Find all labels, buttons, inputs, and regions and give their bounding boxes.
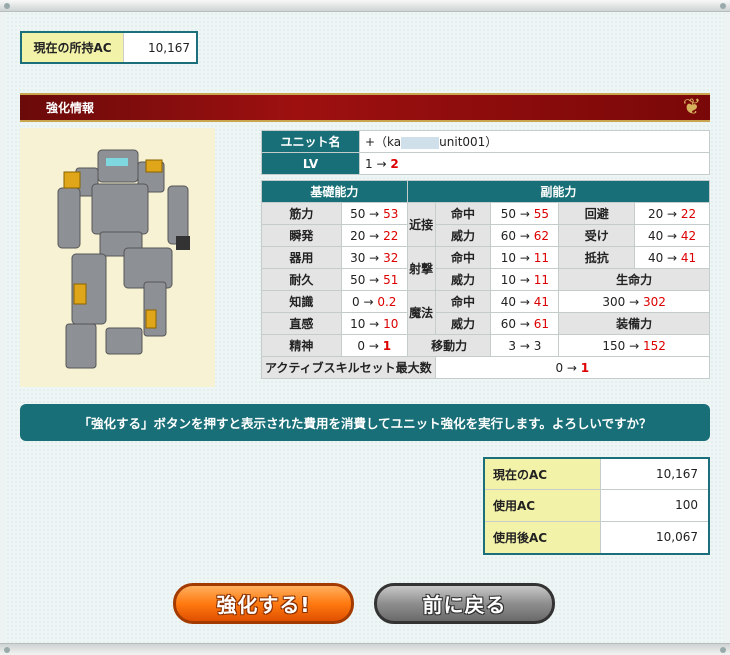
ornament-icon: ❦ bbox=[682, 95, 702, 120]
sub-header: 副能力 bbox=[406, 180, 711, 203]
magic-power-value: 60 → 61 bbox=[490, 312, 560, 335]
summary-label: 現在のAC bbox=[485, 459, 601, 490]
unit-info-table: ユニット名 +（ka unit001） LV 1 → 2 bbox=[261, 130, 710, 175]
unit-name-suffix: unit001） bbox=[439, 135, 498, 149]
resist-label: 抵抗 bbox=[558, 246, 636, 269]
hit-label: 命中 bbox=[434, 290, 492, 313]
stats-table: 基礎能力 副能力 筋力 50 → 53 近接 命中 50 → 55 回避 20 … bbox=[261, 180, 711, 379]
summary-row: 現在のAC 10,167 bbox=[485, 459, 708, 491]
resist-value: 40 → 41 bbox=[634, 246, 710, 269]
stat-label: 直感 bbox=[261, 312, 342, 335]
melee-hit-value: 50 → 55 bbox=[490, 202, 560, 225]
shoot-label: 射撃 bbox=[406, 246, 436, 291]
current-ac-label: 現在の所持AC bbox=[22, 33, 124, 62]
stat-value: 10 → 10 bbox=[340, 312, 408, 335]
window-bottom-frame bbox=[0, 643, 730, 655]
enhance-button[interactable]: 強化する! bbox=[173, 583, 354, 624]
hit-label: 命中 bbox=[434, 246, 492, 269]
power-label: 威力 bbox=[434, 268, 492, 291]
stat-value: 50 → 51 bbox=[340, 268, 408, 291]
summary-value: 100 bbox=[675, 498, 698, 513]
current-ac-box: 現在の所持AC 10,167 bbox=[20, 31, 198, 64]
stat-label: 筋力 bbox=[261, 202, 342, 225]
move-value: 3 → 3 bbox=[490, 334, 560, 357]
melee-label: 近接 bbox=[406, 202, 436, 247]
summary-value: 10,167 bbox=[656, 467, 698, 482]
magic-hit-value: 40 → 41 bbox=[490, 290, 560, 313]
summary-label: 使用後AC bbox=[485, 521, 601, 553]
ac-summary-box: 現在のAC 10,167 使用AC 100 使用後AC 10,067 bbox=[483, 457, 710, 555]
current-ac-value: 10,167 bbox=[148, 40, 190, 55]
shoot-hit-value: 10 → 11 bbox=[490, 246, 560, 269]
confirm-message: 「強化する」ボタンを押すと表示された費用を消費してユニット強化を実行します。よろ… bbox=[20, 404, 710, 441]
equip-value: 150 → 152 bbox=[558, 334, 710, 357]
guard-label: 受け bbox=[558, 224, 636, 247]
summary-row: 使用AC 100 bbox=[485, 490, 708, 522]
power-label: 威力 bbox=[434, 312, 492, 335]
stat-value: 0 → 0.2 bbox=[340, 290, 408, 313]
stat-label: 器用 bbox=[261, 246, 342, 269]
guard-value: 40 → 42 bbox=[634, 224, 710, 247]
summary-row: 使用後AC 10,067 bbox=[485, 521, 708, 553]
summary-value: 10,067 bbox=[656, 530, 698, 545]
shoot-power-value: 10 → 11 bbox=[490, 268, 560, 291]
stat-label: 知識 bbox=[261, 290, 342, 313]
lv-to: 2 bbox=[390, 156, 399, 171]
magic-label: 魔法 bbox=[406, 290, 436, 335]
evade-value: 20 → 22 bbox=[634, 202, 710, 225]
stat-value: 30 → 32 bbox=[340, 246, 408, 269]
unit-name-prefix: +（ka bbox=[365, 135, 402, 149]
stat-label: 瞬発 bbox=[261, 224, 342, 247]
melee-power-value: 60 → 62 bbox=[490, 224, 560, 247]
stat-label: 精神 bbox=[261, 334, 342, 357]
power-label: 威力 bbox=[434, 224, 492, 247]
unit-name-value: +（ka unit001） bbox=[359, 130, 710, 153]
active-skill-value: 0 → 1 bbox=[434, 356, 711, 379]
redacted-text bbox=[401, 136, 440, 149]
stat-value: 50 → 53 bbox=[340, 202, 408, 225]
stat-value: 0 → 1 bbox=[340, 334, 408, 357]
move-label: 移動力 bbox=[406, 334, 492, 357]
lv-label: LV bbox=[261, 152, 360, 175]
hit-label: 命中 bbox=[434, 202, 492, 225]
section-banner: 強化情報 ❦ bbox=[20, 93, 710, 122]
section-title: 強化情報 bbox=[46, 101, 95, 115]
stat-label: 耐久 bbox=[261, 268, 342, 291]
life-label: 生命力 bbox=[558, 268, 710, 291]
back-button[interactable]: 前に戻る bbox=[374, 583, 555, 624]
unit-name-label: ユニット名 bbox=[261, 130, 360, 153]
lv-value: 1 → 2 bbox=[359, 152, 710, 175]
stat-value: 20 → 22 bbox=[340, 224, 408, 247]
life-value: 300 → 302 bbox=[558, 290, 710, 313]
summary-label: 使用AC bbox=[485, 490, 601, 521]
basic-header: 基礎能力 bbox=[261, 180, 408, 203]
unit-image bbox=[20, 128, 215, 387]
lv-from: 1 → bbox=[365, 156, 387, 171]
evade-label: 回避 bbox=[558, 202, 636, 225]
window-top-frame bbox=[0, 0, 730, 12]
active-skill-label: アクティブスキルセット最大数 bbox=[261, 356, 436, 379]
equip-label: 装備力 bbox=[558, 312, 710, 335]
